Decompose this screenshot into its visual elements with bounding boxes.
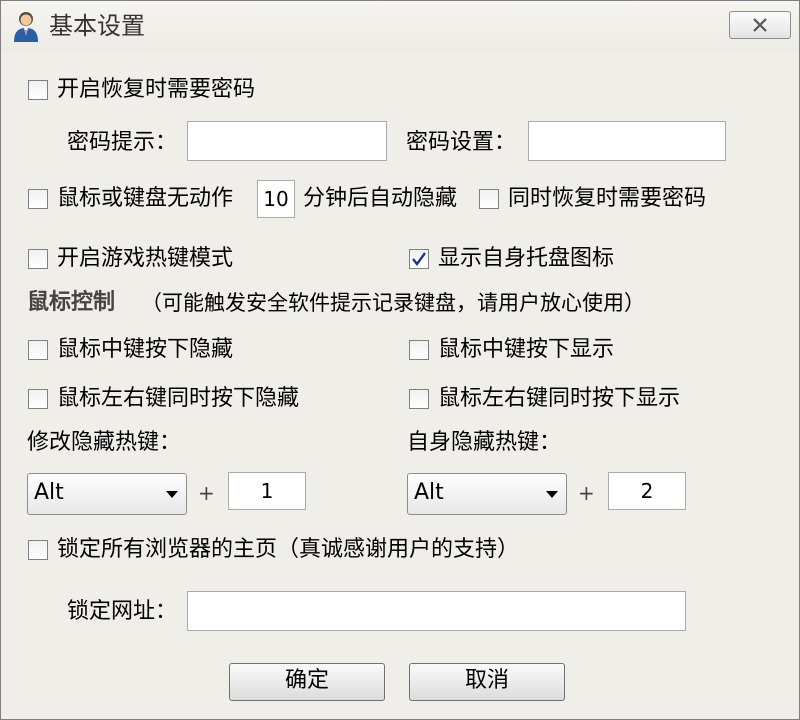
tray-icon-label: 显示自身托盘图标 — [438, 246, 615, 271]
self-hotkey-modifier-value: Alt — [414, 480, 444, 505]
self-hotkey-label: 自身隐藏热键： — [407, 430, 562, 455]
lock-homepage-checkbox[interactable] — [28, 540, 48, 560]
game-hotkey-mode-checkbox[interactable] — [28, 249, 48, 269]
lr-click-hide-checkbox[interactable] — [28, 389, 48, 409]
check-mark-icon — [412, 252, 426, 266]
cancel-button[interactable]: 取消 — [409, 663, 565, 701]
game-hotkey-mode-label: 开启游戏热键模式 — [57, 246, 234, 271]
tray-icon-checkbox[interactable] — [409, 249, 429, 269]
also-password-label: 同时恢复时需要密码 — [508, 186, 707, 211]
lock-homepage-label: 锁定所有浏览器的主页（真诚感谢用户的支持） — [57, 537, 520, 562]
also-password-checkbox[interactable] — [479, 189, 499, 209]
auto-hide-label-prefix: 鼠标或键盘无动作 — [57, 186, 234, 211]
chevron-down-icon — [166, 491, 178, 498]
mouse-control-note: （可能触发安全软件提示记录键盘，请用户放心使用） — [141, 291, 645, 315]
modify-hotkey-label: 修改隐藏热键： — [27, 430, 182, 455]
middle-click-show-label: 鼠标中键按下显示 — [438, 337, 615, 362]
lock-url-input[interactable] — [187, 591, 686, 631]
password-setting-label: 密码设置： — [406, 130, 517, 155]
close-icon — [753, 18, 767, 32]
password-setting-input[interactable] — [528, 121, 726, 161]
idle-minutes-input[interactable]: 10 — [257, 180, 295, 218]
lr-click-hide-label: 鼠标左右键同时按下隐藏 — [57, 386, 300, 411]
lr-click-show-checkbox[interactable] — [409, 389, 429, 409]
password-hint-input[interactable] — [187, 121, 387, 161]
restore-password-checkbox[interactable] — [28, 80, 48, 100]
modify-hotkey-plus: + — [198, 481, 215, 505]
auto-hide-checkbox[interactable] — [28, 189, 48, 209]
modify-hotkey-modifier-value: Alt — [34, 480, 64, 505]
middle-click-show-checkbox[interactable] — [409, 340, 429, 360]
window-title: 基本设置 — [49, 12, 145, 40]
settings-dialog: 基本设置 开启恢复时需要密码 密码提示： 密码设置： 鼠标或键盘无动作 10 分… — [0, 0, 800, 720]
title-bar: 基本设置 — [1, 1, 799, 53]
close-button[interactable] — [729, 11, 791, 39]
password-hint-label: 密码提示： — [67, 130, 178, 155]
mouse-control-heading: 鼠标控制 — [27, 290, 116, 315]
lock-url-label: 锁定网址： — [67, 599, 178, 624]
modify-hotkey-key-input[interactable]: 1 — [228, 472, 306, 510]
self-hotkey-plus: + — [578, 481, 595, 505]
ok-button[interactable]: 确定 — [229, 663, 385, 701]
chevron-down-icon — [546, 491, 558, 498]
auto-hide-label-suffix: 分钟后自动隐藏 — [303, 186, 458, 211]
middle-click-hide-label: 鼠标中键按下隐藏 — [57, 337, 234, 362]
middle-click-hide-checkbox[interactable] — [28, 340, 48, 360]
user-icon — [11, 9, 41, 43]
self-hotkey-modifier-select[interactable]: Alt — [407, 473, 567, 515]
modify-hotkey-modifier-select[interactable]: Alt — [27, 473, 187, 515]
self-hotkey-key-input[interactable]: 2 — [608, 472, 686, 510]
lr-click-show-label: 鼠标左右键同时按下显示 — [438, 386, 681, 411]
restore-password-label: 开启恢复时需要密码 — [57, 77, 256, 102]
